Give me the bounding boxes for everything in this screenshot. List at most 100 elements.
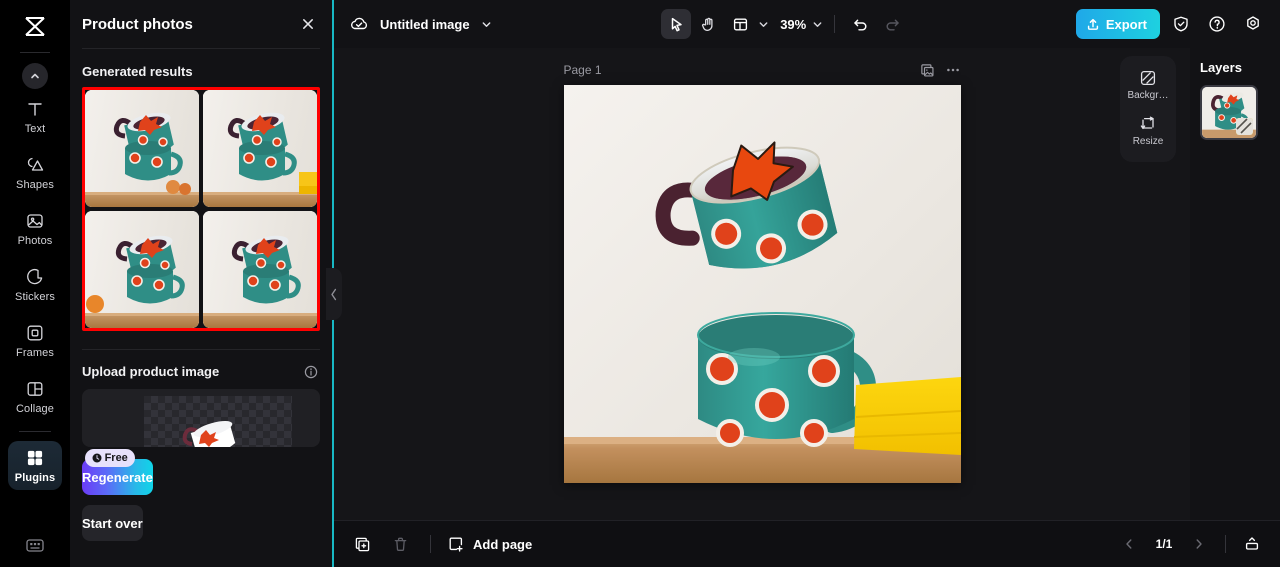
upload-product-preview[interactable]: [82, 389, 320, 447]
rail-divider-plugins: [19, 431, 51, 432]
zoom-level[interactable]: 39%: [772, 17, 809, 32]
result-thumbnail-2[interactable]: [203, 90, 317, 207]
rail-bottom: [0, 535, 70, 555]
mask-badge-icon: [1236, 118, 1253, 135]
sidebar-item-text[interactable]: Text: [8, 92, 62, 141]
result-thumbnail-3[interactable]: [85, 211, 199, 328]
keyboard-icon[interactable]: [24, 535, 46, 555]
clock-icon: [92, 453, 102, 463]
sidebar-item-shapes[interactable]: Shapes: [8, 148, 62, 197]
sidebar-item-frames[interactable]: Frames: [8, 316, 62, 365]
resize-icon: [1139, 115, 1157, 133]
top-toolbar: Untitled image 39% Export: [334, 0, 1280, 48]
result-3-image: [85, 211, 199, 328]
layers-panel: Layers: [1190, 48, 1280, 520]
free-badge: Free: [84, 449, 135, 467]
settings-button[interactable]: [1238, 9, 1268, 39]
undo-icon: [852, 16, 869, 33]
zoom-chevron-down-icon[interactable]: [811, 18, 824, 31]
capcut-logo[interactable]: [17, 12, 53, 42]
close-icon[interactable]: [300, 16, 316, 32]
panel-title: Product photos: [82, 15, 193, 33]
help-button[interactable]: [1202, 9, 1232, 39]
result-thumbnail-1[interactable]: [85, 90, 199, 207]
background-label: Backgr…: [1127, 90, 1169, 101]
upload-icon: [1086, 17, 1100, 31]
more-horizontal-icon[interactable]: [945, 62, 961, 78]
trash-icon: [392, 536, 409, 553]
free-badge-label: Free: [104, 452, 128, 464]
regenerate-label: Regenerate: [82, 469, 153, 485]
canvas-right-tools: Backgr… Resize: [1120, 56, 1176, 162]
regenerate-button[interactable]: Regenerate Free: [82, 449, 153, 495]
resize-button[interactable]: Resize: [1124, 110, 1172, 152]
start-over-label: Start over: [82, 515, 143, 531]
frames-icon: [25, 323, 45, 343]
hand-tool-button[interactable]: [693, 9, 723, 39]
info-icon[interactable]: [304, 365, 318, 379]
sidebar-items: Text Shapes Photos Stickers Frames Colla…: [0, 85, 70, 490]
chevron-right-icon: [1192, 537, 1206, 551]
sidebar-item-label: Plugins: [14, 472, 56, 484]
delete-button[interactable]: [386, 530, 414, 558]
bottom-separator: [430, 535, 431, 553]
duplicate-page-icon[interactable]: [920, 63, 935, 78]
duplicate-button[interactable]: [348, 530, 376, 558]
toolbar-center-tools: 39%: [661, 9, 907, 39]
sidebar-item-collage[interactable]: Collage: [8, 372, 62, 421]
sidebar-item-photos[interactable]: Photos: [8, 204, 62, 253]
artboard[interactable]: [563, 85, 961, 483]
undo-button[interactable]: [845, 9, 875, 39]
resize-label: Resize: [1132, 136, 1164, 147]
export-tray-button[interactable]: [1238, 530, 1266, 558]
upload-section-header: Upload product image: [70, 350, 332, 379]
sidebar-item-label: Photos: [17, 235, 53, 247]
collage-icon: [25, 379, 45, 399]
background-button[interactable]: Backgr…: [1124, 64, 1172, 106]
rail-divider-top: [20, 52, 50, 53]
add-page-button[interactable]: Add page: [447, 535, 532, 553]
generated-results-container: [82, 87, 320, 331]
sidebar-item-plugins[interactable]: Plugins: [8, 441, 62, 490]
sidebar-item-stickers[interactable]: Stickers: [8, 260, 62, 309]
sidebar-item-label: Shapes: [16, 179, 54, 191]
generated-results-title: Generated results: [82, 64, 193, 79]
next-page-button[interactable]: [1185, 530, 1213, 558]
sidebar-item-label: Text: [24, 123, 46, 135]
text-icon: [25, 99, 45, 119]
page-actions: [920, 62, 961, 78]
prev-page-button[interactable]: [1115, 530, 1143, 558]
add-page-label: Add page: [473, 536, 533, 552]
photos-icon: [25, 211, 45, 231]
shield-button[interactable]: [1166, 9, 1196, 39]
workspace: Page 1 Backgr… Resize Layers: [334, 48, 1280, 520]
chevron-up-icon: [31, 73, 39, 79]
generated-results-grid: [82, 87, 320, 331]
page-header: Page 1: [564, 55, 961, 85]
toolbar-separator: [834, 15, 836, 33]
shapes-icon: [25, 155, 46, 175]
hand-pan-icon: [700, 16, 717, 33]
export-tray-icon: [1243, 535, 1261, 553]
chevron-left-icon: [1122, 537, 1136, 551]
select-tool-button[interactable]: [661, 9, 692, 39]
layout-panel-icon: [732, 16, 749, 33]
redo-icon: [884, 16, 901, 33]
page-indicator: 1/1: [1155, 537, 1173, 551]
cloud-saved-icon[interactable]: [348, 14, 370, 34]
start-over-button[interactable]: Start over: [82, 505, 143, 541]
redo-button[interactable]: [877, 9, 907, 39]
chevron-down-icon[interactable]: [480, 18, 493, 31]
help-circle-icon: [1208, 15, 1226, 33]
panel-collapse-handle[interactable]: [326, 268, 342, 320]
sidebar-item-label: Frames: [16, 347, 54, 359]
export-button[interactable]: Export: [1075, 9, 1160, 39]
document-title[interactable]: Untitled image: [380, 17, 470, 32]
panel-header: Product photos: [70, 0, 332, 48]
layer-item[interactable]: [1200, 85, 1258, 140]
stickers-icon: [25, 267, 45, 287]
layout-tool-button[interactable]: [725, 9, 755, 39]
layout-chevron-down-icon[interactable]: [757, 18, 770, 31]
sidebar-item-label: Stickers: [15, 291, 55, 303]
result-thumbnail-4[interactable]: [203, 211, 317, 328]
